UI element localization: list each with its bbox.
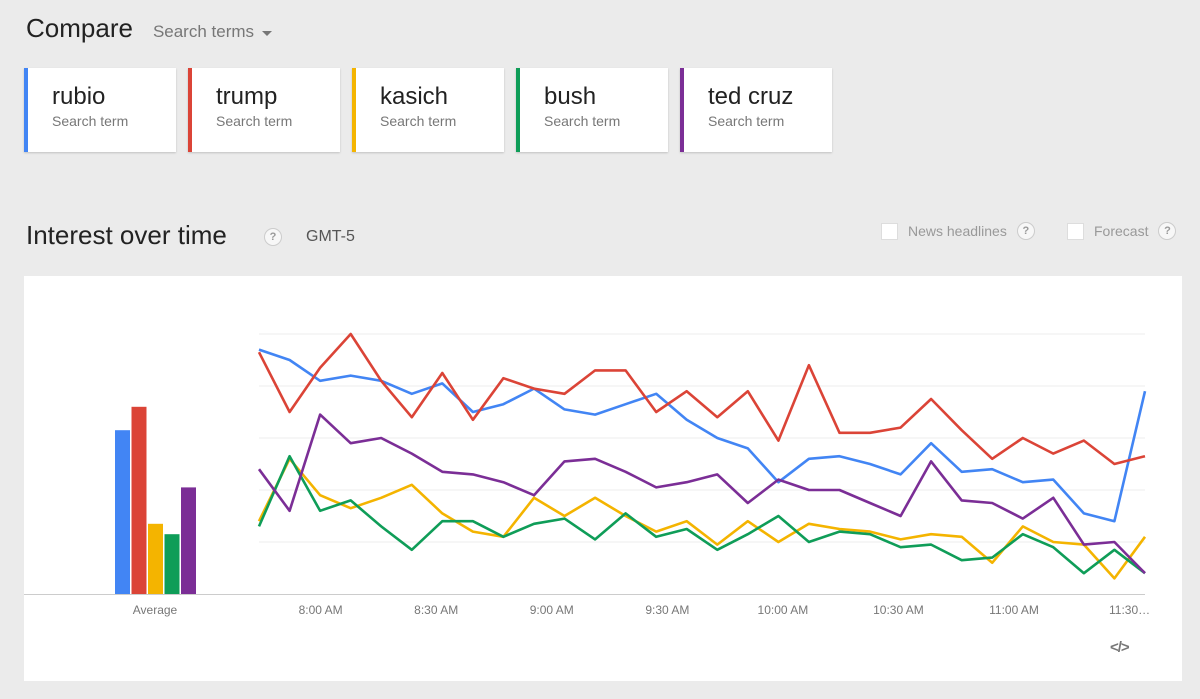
term-type-label: Search term: [216, 113, 293, 129]
compare-title: Compare: [26, 13, 133, 43]
caret-down-icon: [262, 31, 273, 36]
help-icon[interactable]: ?: [1016, 222, 1035, 240]
interest-over-time-header: Interest over time ? GMT-5 News headline…: [26, 220, 1184, 250]
interest-over-time-chart: Average 8:00 AM 8:30 AM 9:00 AM 9:30 AM 10:00…: [24, 332, 1150, 617]
series-line-bush: [257, 454, 1146, 575]
average-bar-kasich: [148, 523, 163, 594]
term-name: trump: [216, 83, 278, 110]
embed-code-icon[interactable]: </>: [1110, 639, 1130, 656]
term-card-trump[interactable]: trump Search term: [188, 68, 340, 152]
series-line-rubio: [258, 348, 1147, 523]
term-card-kasich[interactable]: kasich Search term: [352, 68, 504, 152]
average-bar-rubio: [115, 430, 130, 594]
interest-over-time-title: Interest over time: [26, 220, 227, 250]
x-tick-label: 10:30 AM: [873, 603, 924, 617]
term-type-label: Search term: [708, 113, 785, 129]
term-type-label: Search term: [52, 113, 129, 129]
term-name: bush: [544, 83, 597, 110]
x-tick-label: 8:00 AM: [299, 603, 343, 617]
term-name: rubio: [52, 83, 106, 110]
x-tick-label: 9:30 AM: [645, 603, 689, 617]
forecast-toggle[interactable]: Forecast ?: [1067, 222, 1177, 240]
forecast-label: Forecast: [1094, 223, 1149, 239]
x-tick-label: 11:00 AM: [989, 603, 1039, 617]
term-card-bush[interactable]: bush Search term: [516, 68, 668, 152]
term-card-rubio[interactable]: rubio Search term: [24, 68, 176, 152]
news-headlines-label: News headlines: [908, 223, 1007, 239]
search-terms-dropdown-label: Search terms: [152, 22, 255, 41]
term-name: kasich: [380, 83, 449, 110]
term-type-label: Search term: [544, 113, 621, 129]
term-type-label: Search term: [380, 113, 457, 129]
news-headlines-checkbox[interactable]: [881, 222, 898, 240]
term-name: ted cruz: [708, 83, 794, 110]
interest-chart-panel: Average 8:00 AM 8:30 AM 9:00 AM 9:30 AM 10:00…: [24, 276, 1182, 681]
forecast-checkbox[interactable]: [1067, 222, 1084, 240]
x-tick-label: 10:00 AM: [758, 603, 809, 617]
help-icon[interactable]: ?: [1158, 222, 1177, 240]
timezone-label: GMT-5: [306, 228, 355, 245]
x-tick-label: 8:30 AM: [414, 603, 458, 617]
help-icon[interactable]: ?: [264, 228, 282, 246]
news-headlines-toggle[interactable]: News headlines ?: [881, 222, 1035, 240]
compare-header: Compare Search terms: [26, 13, 273, 44]
average-bar-ted-cruz: [181, 487, 196, 594]
x-tick-label: 11:30…: [1109, 603, 1150, 617]
search-terms-dropdown[interactable]: Search terms: [152, 22, 273, 42]
search-term-cards: rubio Search term trump Search term kasi…: [24, 68, 844, 152]
x-tick-label: 9:00 AM: [530, 603, 574, 617]
average-bar-trump: [131, 406, 147, 594]
term-card-ted-cruz[interactable]: ted cruz Search term: [680, 68, 832, 152]
average-bar-bush: [164, 534, 180, 594]
average-label: Average: [133, 603, 178, 617]
